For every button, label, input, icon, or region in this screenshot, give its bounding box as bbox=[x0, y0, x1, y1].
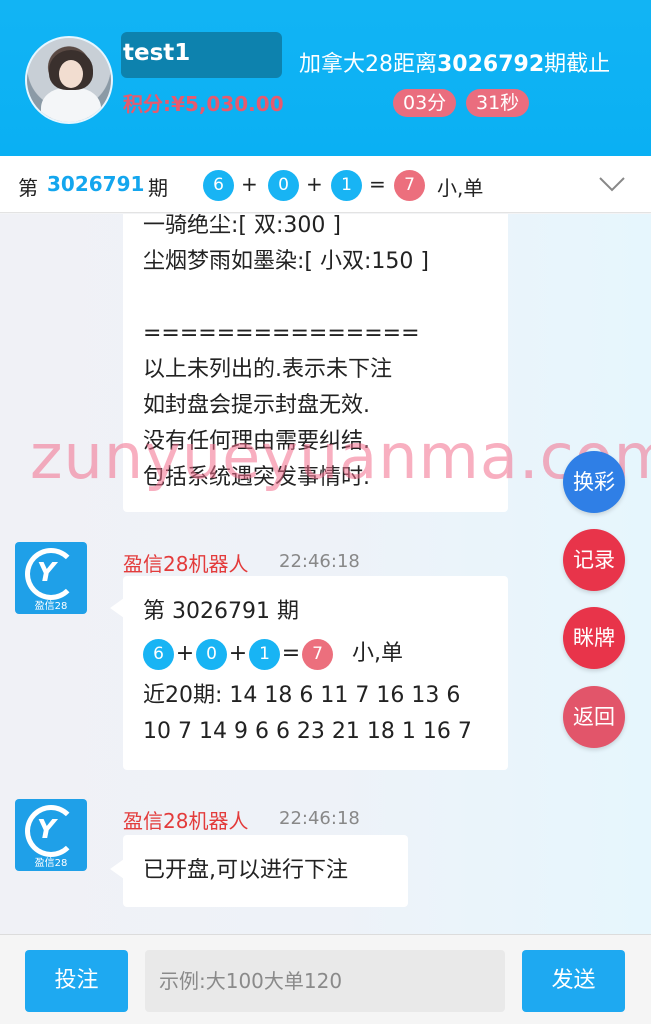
plus-sign: + bbox=[175, 641, 195, 666]
period-countdown-title: 加拿大28距离3026792期截止 bbox=[299, 46, 610, 78]
period-number: 3026792 bbox=[437, 52, 545, 77]
result-ball: 0 bbox=[196, 638, 227, 670]
result-ball-2: 0 bbox=[268, 170, 299, 201]
message-bubble: 第 3026791 期 6 +0 +1 = 7 小,单 近20期: 14 18 6 11… bbox=[123, 576, 508, 770]
plus-sign: + bbox=[306, 172, 323, 196]
header: test1 积分:¥5,030.00 加拿大28距离3026792期截止 03分… bbox=[0, 0, 651, 156]
result-ball: 6 bbox=[143, 638, 174, 670]
equals-sign: = bbox=[281, 641, 301, 666]
result-sum-ball: 7 bbox=[394, 170, 425, 201]
timer-seconds: 31秒 bbox=[466, 89, 530, 117]
result-ball: 1 bbox=[249, 638, 280, 670]
message-line: 以上未列出的.表示未下注 bbox=[143, 357, 392, 382]
message-text: 已开盘,可以进行下注 bbox=[143, 858, 348, 883]
timer-minutes: 03分 bbox=[393, 89, 457, 117]
switch-lottery-button[interactable]: 换彩 bbox=[563, 451, 625, 513]
result-period: 3026791 bbox=[47, 172, 145, 196]
bot-avatar-label: 盈信28 bbox=[34, 858, 68, 869]
message-line bbox=[143, 280, 488, 316]
history-line: 近20期: 14 18 6 11 7 16 13 6 bbox=[143, 683, 461, 708]
bot-avatar-label: 盈信28 bbox=[34, 601, 68, 612]
chevron-down-icon[interactable] bbox=[598, 170, 626, 198]
send-button[interactable]: 发送 bbox=[522, 950, 625, 1012]
bot-avatar[interactable]: Y 盈信28 bbox=[15, 542, 87, 614]
bet-input[interactable] bbox=[145, 950, 505, 1012]
sender-name: 盈信28机器人 bbox=[123, 552, 249, 576]
result-label: 小,单 bbox=[437, 176, 484, 200]
message-line: =============== bbox=[143, 321, 420, 346]
period-prefix: 加拿大28距离 bbox=[299, 52, 437, 77]
bubble-tail bbox=[110, 598, 124, 618]
plus-sign: + bbox=[228, 641, 248, 666]
back-button[interactable]: 返回 bbox=[563, 686, 625, 748]
username: test1 bbox=[123, 40, 191, 66]
bet-button[interactable]: 投注 bbox=[25, 950, 128, 1012]
records-button[interactable]: 记录 bbox=[563, 529, 625, 591]
plus-sign: + bbox=[241, 172, 258, 196]
score-balance: 积分:¥5,030.00 bbox=[123, 92, 284, 116]
message-line: 尘烟梦雨如墨染:[ 小双:150 ] bbox=[143, 249, 429, 274]
sender-name: 盈信28机器人 bbox=[123, 809, 249, 833]
bubble-tail bbox=[110, 859, 124, 879]
message-line: 一骑绝尘:[ 双:300 ] bbox=[143, 214, 341, 238]
message-time: 22:46:18 bbox=[279, 808, 360, 829]
result-ball-1: 6 bbox=[203, 170, 234, 201]
bottom-bar: 投注 发送 bbox=[0, 934, 651, 1024]
peek-cards-button[interactable]: 眯牌 bbox=[563, 607, 625, 669]
history-line: 10 7 14 9 6 6 23 21 18 1 16 7 bbox=[143, 719, 472, 744]
result-sum-ball: 7 bbox=[302, 638, 333, 670]
bot-avatar[interactable]: Y 盈信28 bbox=[15, 799, 87, 871]
last-result-bar[interactable]: 第 3026791 期 6 + 0 + 1 = 7 小,单 bbox=[0, 156, 651, 213]
result-suffix: 期 bbox=[148, 176, 168, 200]
message-time: 22:46:18 bbox=[279, 551, 360, 572]
message-period: 第 3026791 期 bbox=[143, 599, 299, 624]
equals-sign: = bbox=[369, 172, 386, 196]
chat-area[interactable]: 一骑绝尘:[ 双:300 ] 尘烟梦雨如墨染:[ 小双:150 ] ======… bbox=[0, 214, 651, 934]
message-result-row: 6 +0 +1 = 7 小,单 bbox=[143, 636, 488, 672]
user-avatar[interactable] bbox=[25, 36, 113, 124]
message-line: 如封盘会提示封盘无效. bbox=[143, 393, 370, 418]
result-label: 小,单 bbox=[352, 641, 403, 666]
watermark: zunyueyuanma.com bbox=[30, 420, 651, 493]
period-suffix: 期截止 bbox=[544, 52, 611, 77]
result-ball-3: 1 bbox=[331, 170, 362, 201]
result-prefix: 第 bbox=[18, 176, 38, 200]
message-bubble: 已开盘,可以进行下注 bbox=[123, 835, 408, 907]
